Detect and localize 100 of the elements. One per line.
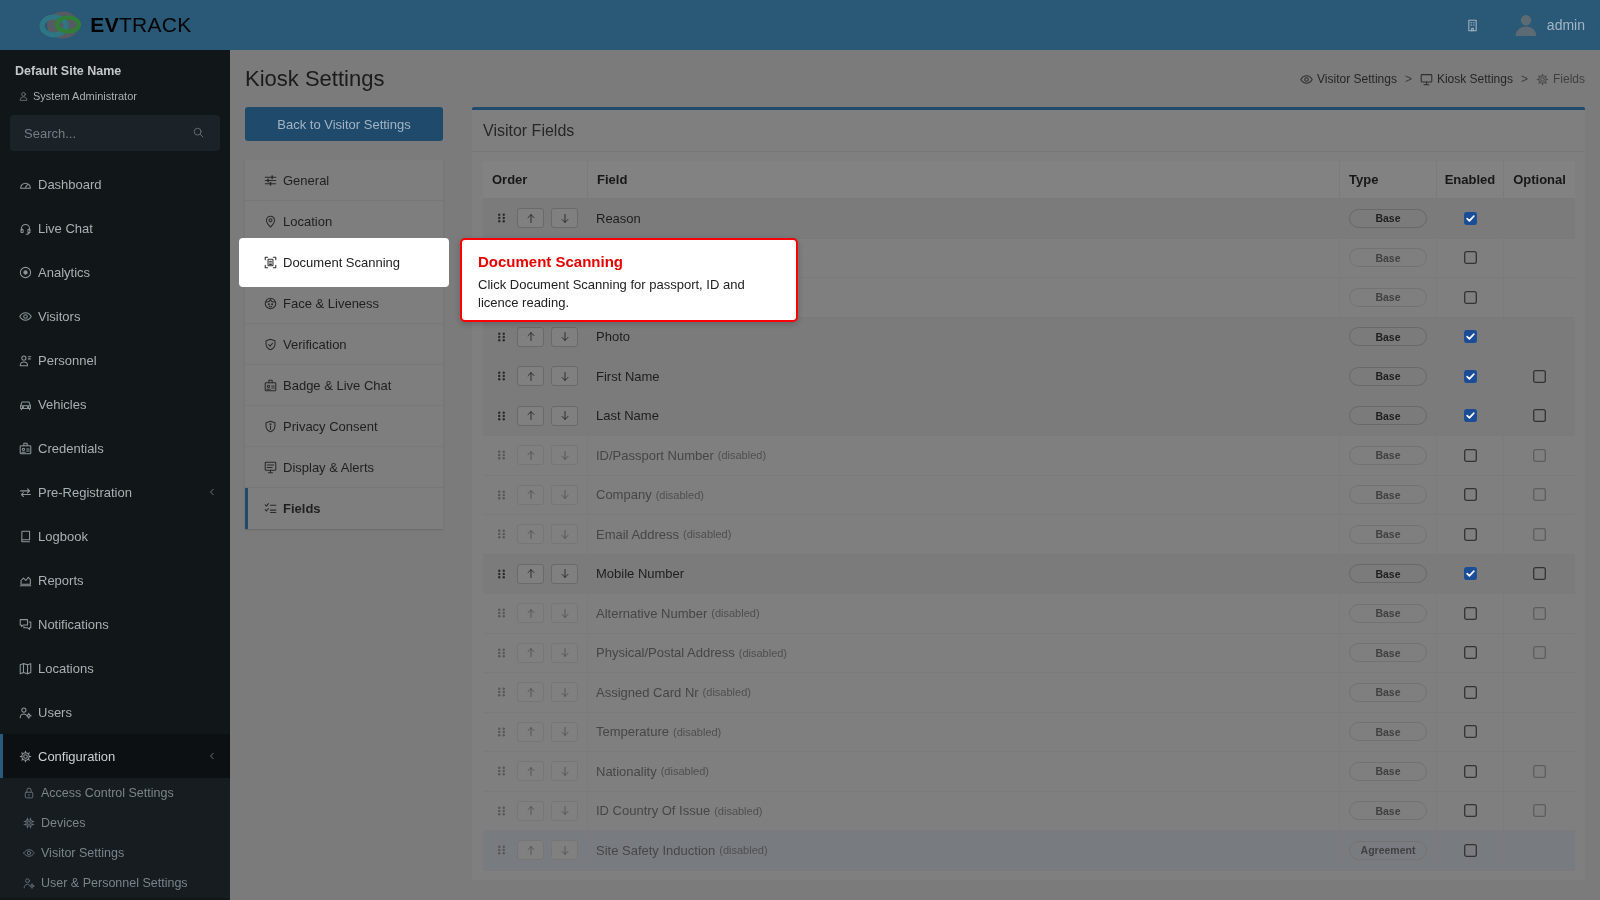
settings-menu-item[interactable]: Document Scanning <box>239 238 449 287</box>
move-up-button[interactable] <box>517 524 544 545</box>
move-up-button[interactable] <box>517 484 544 505</box>
breadcrumb-link[interactable]: Kiosk Settings <box>1419 72 1513 86</box>
document-scan-icon <box>264 256 277 269</box>
back-button[interactable]: Back to Visitor Settings <box>245 107 443 141</box>
move-down-button[interactable] <box>551 682 578 703</box>
field-name: First Name <box>596 368 660 384</box>
arrow-down-icon <box>559 647 570 659</box>
move-up-button[interactable] <box>517 603 544 624</box>
move-up-button[interactable] <box>517 721 544 742</box>
move-up-button[interactable] <box>517 405 544 426</box>
arrow-down-icon <box>559 410 570 422</box>
move-down-button[interactable] <box>551 642 578 663</box>
move-up-button[interactable] <box>517 800 544 821</box>
settings-menu-item[interactable]: Badge & Live Chat <box>245 365 443 406</box>
arrow-up-icon <box>525 489 536 501</box>
breadcrumb-link[interactable]: Fields <box>1536 72 1585 86</box>
move-down-button[interactable] <box>551 445 578 466</box>
submenu-item[interactable]: User & Personnel Settings <box>0 868 230 898</box>
enabled-checkbox[interactable] <box>1463 567 1477 581</box>
move-down-button[interactable] <box>551 405 578 426</box>
optional-checkbox[interactable] <box>1533 567 1546 581</box>
field-name: Photo <box>596 329 630 345</box>
id-badge-icon <box>19 441 32 455</box>
submenu-item[interactable]: Access Control Settings <box>0 778 230 808</box>
enabled-checkbox[interactable] <box>1463 330 1477 344</box>
move-up-button[interactable] <box>517 366 544 387</box>
move-down-button[interactable] <box>551 208 578 229</box>
move-down-button[interactable] <box>551 366 578 387</box>
submenu-item[interactable]: Devices <box>0 808 230 838</box>
arrow-up-icon <box>525 449 536 461</box>
settings-menu-item[interactable]: General <box>245 160 443 201</box>
user-role: System Administrator <box>33 89 137 104</box>
field-name: Alternative Number <box>596 605 708 621</box>
optional-checkbox[interactable] <box>1533 369 1546 383</box>
nav-item[interactable]: Vehicles <box>0 382 230 426</box>
move-down-button[interactable] <box>551 840 578 861</box>
arrow-down-icon <box>559 568 570 580</box>
move-up-button[interactable] <box>517 208 544 229</box>
map-pin-icon <box>264 214 277 228</box>
nav-item[interactable]: Live Chat <box>0 206 230 250</box>
move-down-button[interactable] <box>551 721 578 742</box>
move-down-button[interactable] <box>551 761 578 782</box>
user-name[interactable]: admin <box>1546 17 1585 33</box>
search-field[interactable]: Search... <box>10 115 220 151</box>
nav-item[interactable]: Credentials <box>0 426 230 470</box>
building-icon[interactable] <box>1465 18 1479 32</box>
nav-item[interactable]: Reports <box>0 558 230 602</box>
breadcrumb-separator: > <box>1520 72 1528 86</box>
gear-icon <box>1536 72 1549 86</box>
move-down-button[interactable] <box>551 563 578 584</box>
field-name: Email Address <box>596 526 680 542</box>
move-up-button[interactable] <box>517 761 544 782</box>
nav-item[interactable]: Dashboard <box>0 162 230 206</box>
move-down-button[interactable] <box>551 326 578 347</box>
search-icon[interactable] <box>193 127 204 138</box>
arrow-down-icon <box>559 686 570 698</box>
move-up-button[interactable] <box>517 682 544 703</box>
optional-checkbox[interactable] <box>1533 409 1546 423</box>
column-header: Type <box>1349 172 1379 187</box>
nav-item[interactable]: Personnel <box>0 338 230 382</box>
move-up-button[interactable] <box>517 326 544 347</box>
nav-item[interactable]: Logbook <box>0 514 230 558</box>
settings-menu-item[interactable]: Display & Alerts <box>245 447 443 488</box>
nav-item[interactable]: Pre-Registration <box>0 470 230 514</box>
move-up-button[interactable] <box>517 642 544 663</box>
shield-info-icon <box>264 419 277 433</box>
nav-item[interactable]: Configuration <box>0 734 230 778</box>
settings-menu-item[interactable]: Fields <box>245 488 443 529</box>
settings-menu-item[interactable]: Face & Liveness <box>245 283 443 324</box>
move-up-button[interactable] <box>517 840 544 861</box>
field-name: Site Safety Induction <box>596 842 716 858</box>
enabled-checkbox[interactable] <box>1463 211 1477 225</box>
breadcrumb-link[interactable]: Visitor Settings <box>1300 72 1397 86</box>
nav-item[interactable]: Notifications <box>0 602 230 646</box>
column-header: Optional <box>1513 172 1566 187</box>
move-up-button[interactable] <box>517 445 544 466</box>
nav-item[interactable]: Locations <box>0 646 230 690</box>
display-board-icon <box>264 460 277 474</box>
move-down-button[interactable] <box>551 524 578 545</box>
settings-menu-item[interactable]: Privacy Consent <box>245 406 443 447</box>
nav-item[interactable]: Users <box>0 690 230 734</box>
move-down-button[interactable] <box>551 484 578 505</box>
arrow-down-icon <box>559 370 570 382</box>
move-up-button[interactable] <box>517 563 544 584</box>
nav-item[interactable]: Analytics <box>0 250 230 294</box>
arrow-down-icon <box>559 331 570 343</box>
move-down-button[interactable] <box>551 603 578 624</box>
enabled-checkbox[interactable] <box>1463 409 1477 423</box>
nav-item[interactable]: Visitors <box>0 294 230 338</box>
enabled-checkbox[interactable] <box>1463 369 1477 383</box>
gear-icon <box>19 749 32 763</box>
settings-menu-item[interactable]: Verification <box>245 324 443 365</box>
breadcrumb-separator: > <box>1404 72 1412 86</box>
move-down-button[interactable] <box>551 800 578 821</box>
avatar-icon[interactable] <box>1514 14 1537 36</box>
field-name: Company <box>596 487 652 503</box>
eye-icon <box>23 847 35 859</box>
submenu-item[interactable]: Visitor Settings <box>0 838 230 868</box>
